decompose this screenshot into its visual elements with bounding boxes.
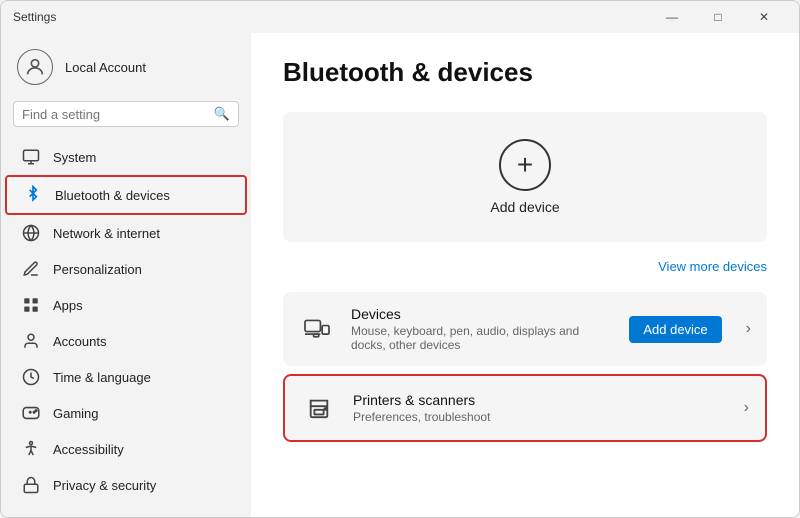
printers-chevron: › [744, 399, 749, 417]
personalization-icon [21, 259, 41, 279]
printers-row[interactable]: Printers & scanners Preferences, trouble… [283, 374, 767, 442]
devices-chevron: › [746, 320, 751, 338]
page-title: Bluetooth & devices [283, 57, 767, 88]
sidebar-item-accounts[interactable]: Accounts [5, 323, 247, 359]
printers-icon [301, 390, 337, 426]
add-device-circle: + [499, 139, 551, 191]
sidebar-item-privacy[interactable]: Privacy & security [5, 467, 247, 503]
time-icon [21, 367, 41, 387]
minimize-button[interactable]: — [649, 1, 695, 33]
printers-row-text: Printers & scanners Preferences, trouble… [353, 392, 728, 424]
sidebar-item-accessibility[interactable]: Accessibility [5, 431, 247, 467]
sidebar-label-time: Time & language [53, 370, 151, 385]
sidebar-item-gaming[interactable]: Gaming [5, 395, 247, 431]
settings-window: Settings — □ ✕ Local Account [0, 0, 800, 518]
devices-add-button[interactable]: Add device [629, 316, 721, 343]
maximize-button[interactable]: □ [695, 1, 741, 33]
privacy-icon [21, 475, 41, 495]
bluetooth-icon [23, 185, 43, 205]
sidebar-label-privacy: Privacy & security [53, 478, 156, 493]
user-section: Local Account [1, 41, 251, 97]
devices-row-text: Devices Mouse, keyboard, pen, audio, dis… [351, 306, 613, 352]
sidebar-label-gaming: Gaming [53, 406, 99, 421]
accounts-icon [21, 331, 41, 351]
right-panel: Bluetooth & devices + Add device View mo… [251, 33, 799, 517]
sidebar-label-personalization: Personalization [53, 262, 142, 277]
add-device-label: Add device [490, 199, 559, 215]
plus-icon: + [517, 149, 533, 181]
window-controls: — □ ✕ [649, 1, 787, 33]
network-icon [21, 223, 41, 243]
printers-row-title: Printers & scanners [353, 392, 728, 408]
user-name: Local Account [65, 60, 146, 75]
sidebar-label-network: Network & internet [53, 226, 160, 241]
sidebar-item-system[interactable]: System [5, 139, 247, 175]
gaming-icon [21, 403, 41, 423]
sidebar-label-system: System [53, 150, 96, 165]
devices-row-subtitle: Mouse, keyboard, pen, audio, displays an… [351, 324, 613, 352]
printers-row-subtitle: Preferences, troubleshoot [353, 410, 728, 424]
sidebar-label-apps: Apps [53, 298, 83, 313]
view-more-anchor[interactable]: View more devices [658, 259, 767, 274]
sidebar-item-apps[interactable]: Apps [5, 287, 247, 323]
search-box[interactable]: 🔍 [13, 101, 239, 127]
sidebar-item-time[interactable]: Time & language [5, 359, 247, 395]
devices-row[interactable]: Devices Mouse, keyboard, pen, audio, dis… [283, 292, 767, 366]
devices-row-title: Devices [351, 306, 613, 322]
sidebar-item-bluetooth[interactable]: Bluetooth & devices [5, 175, 247, 215]
main-content: Local Account 🔍 System Bl [1, 33, 799, 517]
sidebar-label-accessibility: Accessibility [53, 442, 124, 457]
search-icon[interactable]: 🔍 [214, 106, 230, 122]
titlebar: Settings — □ ✕ [1, 1, 799, 33]
devices-icon [299, 311, 335, 347]
sidebar: Local Account 🔍 System Bl [1, 33, 251, 517]
search-input[interactable] [22, 107, 208, 122]
accessibility-icon [21, 439, 41, 459]
view-more-link: View more devices [283, 258, 767, 276]
apps-icon [21, 295, 41, 315]
system-icon [21, 147, 41, 167]
devices-row-action: Add device [629, 316, 721, 343]
sidebar-item-network[interactable]: Network & internet [5, 215, 247, 251]
window-title: Settings [13, 10, 56, 24]
avatar [17, 49, 53, 85]
sidebar-item-personalization[interactable]: Personalization [5, 251, 247, 287]
sidebar-label-bluetooth: Bluetooth & devices [55, 188, 170, 203]
close-button[interactable]: ✕ [741, 1, 787, 33]
add-device-card[interactable]: + Add device [283, 112, 767, 242]
sidebar-label-accounts: Accounts [53, 334, 106, 349]
